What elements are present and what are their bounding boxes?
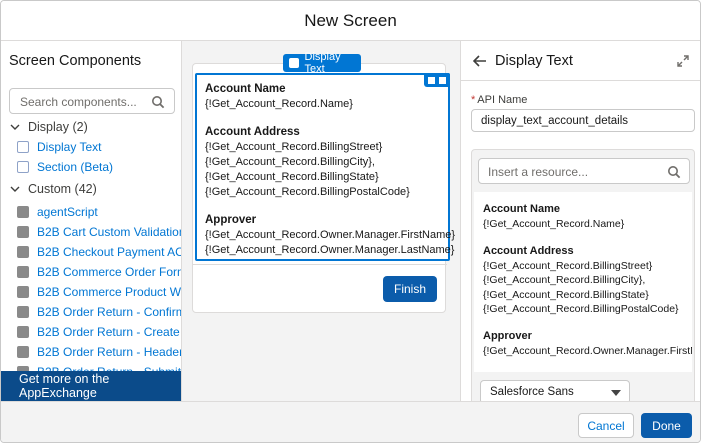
screen-components-panel: Screen Components Search components... D…	[1, 41, 182, 401]
component-item[interactable]: B2B Order Return - Confirm	[17, 303, 182, 321]
search-icon	[668, 166, 681, 179]
lightning-icon	[17, 346, 29, 358]
expand-icon[interactable]	[677, 55, 689, 67]
item-label: B2B Checkout Payment ACH	[37, 245, 182, 259]
done-button[interactable]: Done	[641, 413, 692, 438]
address-line: {!Get_Account_Record.BillingPostalCode}	[483, 303, 679, 315]
item-label: Display Text	[37, 140, 102, 154]
insert-resource-input[interactable]: Insert a resource...	[478, 158, 690, 184]
component-item[interactable]: B2B Order Return - Create C...	[17, 323, 181, 341]
lightning-icon	[17, 306, 29, 318]
item-label: Section (Beta)	[37, 160, 114, 174]
modal: New Screen Screen Components Search comp…	[0, 0, 701, 443]
editor-body[interactable]: Account Name {!Get_Account_Record.Name} …	[474, 192, 692, 372]
address-line: {!Get_Account_Record.BillingState}	[483, 288, 649, 301]
cancel-button[interactable]: Cancel	[578, 413, 634, 438]
account-name-label: Account Name	[205, 83, 286, 95]
resource-placeholder: Insert a resource...	[488, 165, 589, 179]
group-label: Custom (42)	[28, 182, 97, 196]
address-line: {!Get_Account_Record.BillingPostalCode}	[205, 186, 410, 198]
modal-footer: Cancel Done	[1, 401, 700, 442]
properties-header: Display Text	[461, 41, 700, 81]
approver-line: {!Get_Account_Record.Owner.Manager.LastN…	[205, 244, 455, 256]
account-name-value: {!Get_Account_Record.Name}	[483, 218, 625, 230]
item-label: B2B Commerce Product Wiz...	[37, 285, 182, 299]
footer-navigation: Finish	[193, 264, 447, 312]
group-label: Display (2)	[28, 120, 88, 134]
group-custom[interactable]: Custom (42)	[10, 182, 97, 196]
component-item[interactable]: B2B Commerce Order Form	[17, 263, 182, 281]
tag-label: Display Text	[304, 51, 341, 75]
lightning-icon	[17, 206, 29, 218]
approver-label: Approver	[483, 329, 532, 342]
lightning-icon	[17, 246, 29, 258]
screen-canvas: Display Text Account Name {!Get_Account_…	[182, 41, 460, 401]
caret-down-icon	[611, 390, 621, 396]
rich-text-editor: Insert a resource... Account Name {!Get_…	[471, 149, 695, 401]
component-item-display-text[interactable]: Display Text	[17, 138, 101, 156]
finish-button[interactable]: Finish	[383, 276, 437, 302]
component-item[interactable]: B2B Commerce Product Wiz...	[17, 283, 182, 301]
display-text-icon	[289, 58, 299, 68]
component-item[interactable]: B2B Checkout Payment ACH	[17, 243, 182, 261]
address-line: {!Get_Account_Record.BillingStreet}	[205, 141, 383, 153]
search-placeholder: Search components...	[20, 95, 137, 109]
group-display[interactable]: Display (2)	[10, 120, 88, 134]
section-icon	[17, 161, 29, 173]
item-label: B2B Commerce Order Form	[37, 265, 182, 279]
address-line: {!Get_Account_Record.BillingState}	[205, 171, 379, 183]
component-item-section[interactable]: Section (Beta)	[17, 158, 113, 176]
chevron-down-icon	[10, 186, 20, 192]
chevron-down-icon	[10, 124, 20, 130]
modal-title: New Screen	[304, 10, 397, 30]
item-label: B2B Order Return - Confirm	[37, 305, 182, 319]
api-name-input[interactable]: display_text_account_details	[471, 109, 695, 132]
item-label: B2B Cart Custom Validation	[37, 225, 182, 239]
search-icon	[152, 96, 165, 109]
account-name-label: Account Name	[483, 203, 561, 215]
properties-panel: Display Text * API Name display_text_acco…	[460, 41, 700, 401]
address-line: {!Get_Account_Record.BillingStreet}	[483, 259, 653, 272]
item-label: B2B Order Return - Create C...	[37, 325, 181, 339]
lightning-icon	[17, 226, 29, 238]
approver-line: {!Get_Account_Record.Owner.Manager.First…	[205, 229, 456, 241]
display-text-component[interactable]: Account Name {!Get_Account_Record.Name} …	[195, 73, 456, 261]
lightning-icon	[17, 286, 29, 298]
item-label: agentScript	[37, 205, 98, 219]
display-text-icon	[17, 141, 29, 153]
address-line: {!Get_Account_Record.BillingCity},	[205, 156, 375, 168]
address-line: {!Get_Account_Record.BillingCity},	[483, 274, 646, 286]
component-item[interactable]: B2B Cart Custom Validation	[17, 223, 182, 241]
account-name-value: {!Get_Account_Record.Name}	[205, 98, 353, 110]
account-address-label: Account Address	[205, 126, 300, 138]
modal-header: New Screen	[1, 1, 700, 41]
approver-line: {!Get_Account_Record.Owner.Manager.First…	[483, 344, 692, 357]
delete-icon[interactable]	[439, 76, 446, 84]
appexchange-link[interactable]: Get more on the AppExchange	[1, 371, 181, 401]
appexchange-label: Get more on the AppExchange	[19, 372, 110, 400]
api-name-label: * API Name	[471, 94, 528, 106]
move-icon[interactable]	[428, 76, 435, 84]
component-item[interactable]: agentScript	[17, 203, 98, 221]
selected-component-tag: Display Text	[283, 51, 361, 75]
properties-title: Display Text	[495, 53, 573, 69]
approver-label: Approver	[205, 214, 257, 226]
component-toolbar	[424, 73, 450, 87]
account-address-label: Account Address	[483, 244, 574, 257]
lightning-icon	[17, 326, 29, 338]
font-family-select[interactable]: Salesforce Sans	[480, 380, 630, 401]
search-components-input[interactable]: Search components...	[9, 88, 175, 114]
component-item[interactable]: B2B Order Return - Header	[17, 343, 182, 361]
font-value: Salesforce Sans	[490, 386, 574, 398]
panel-title: Screen Components	[9, 53, 142, 69]
item-label: B2B Order Return - Header	[37, 345, 182, 359]
lightning-icon	[17, 266, 29, 278]
back-arrow-icon[interactable]	[473, 55, 487, 67]
screen-card: Account Name {!Get_Account_Record.Name} …	[192, 63, 455, 313]
